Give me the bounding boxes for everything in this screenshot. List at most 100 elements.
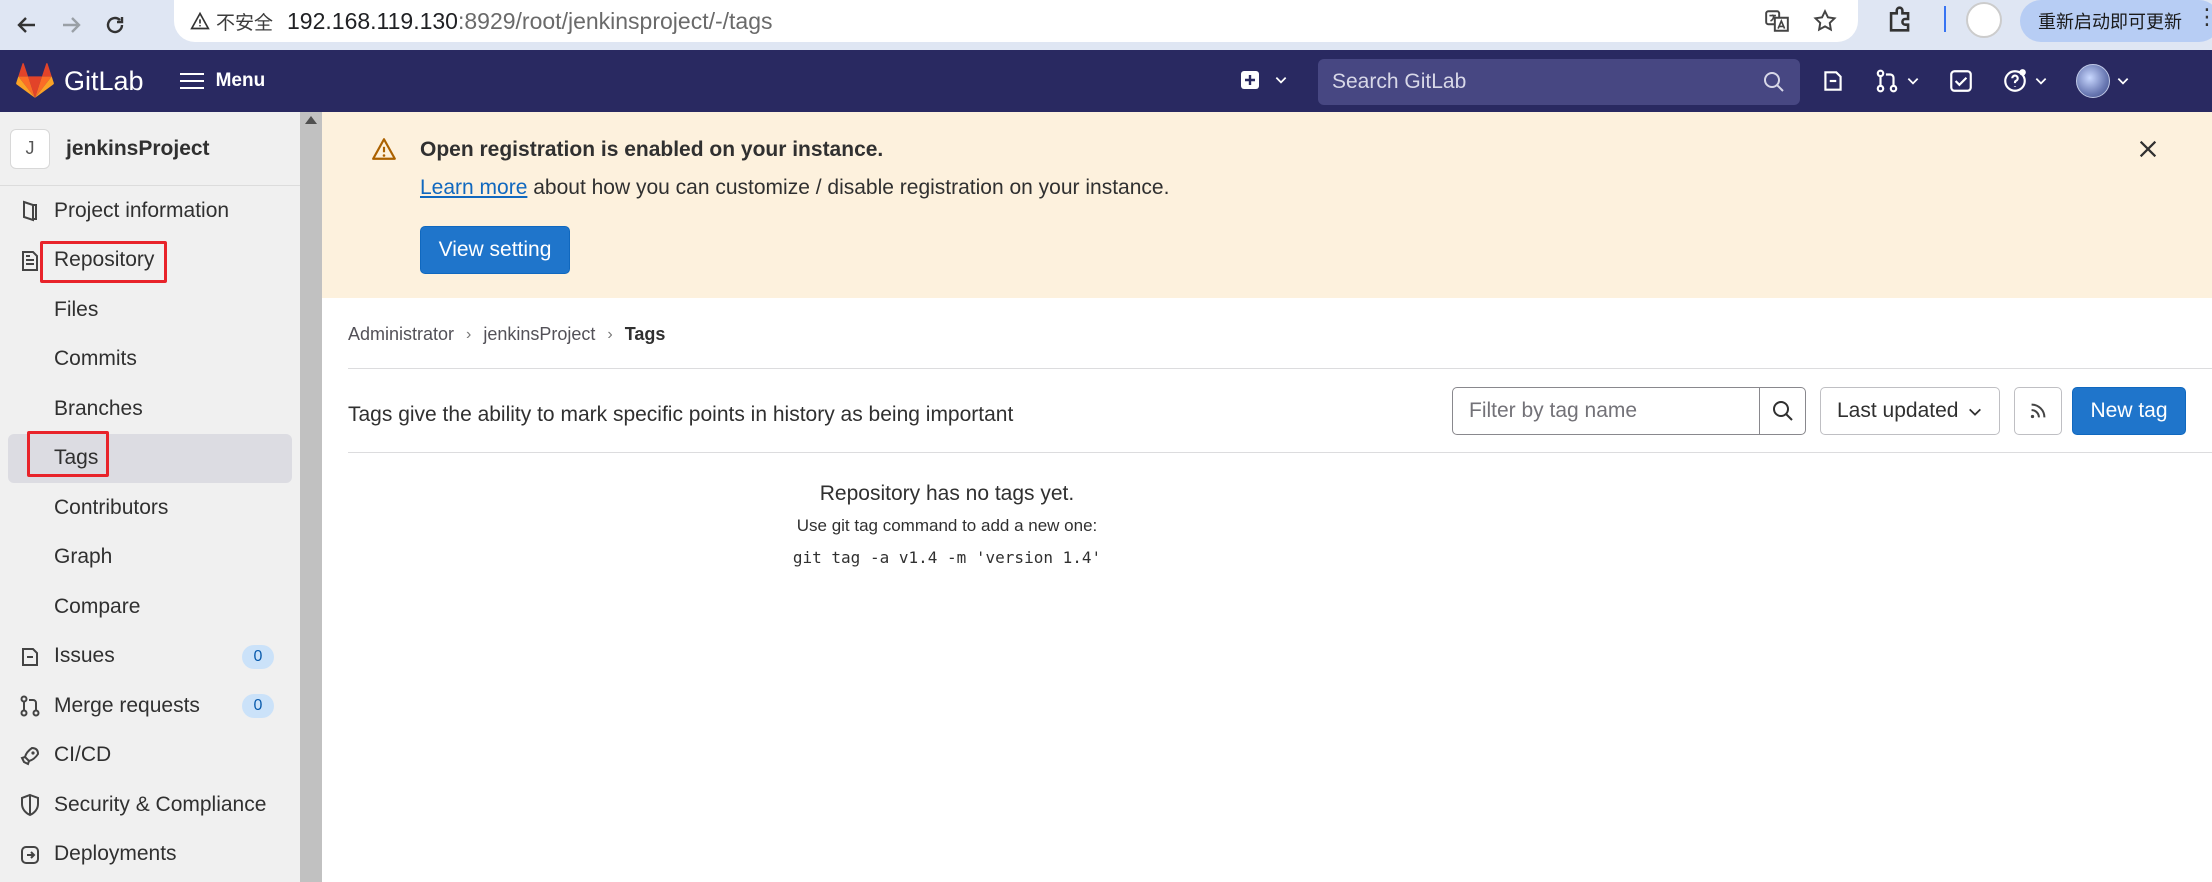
profile-avatar[interactable]: [1966, 2, 2002, 38]
issues-icon: [1824, 71, 1842, 91]
project-header[interactable]: J jenkinsProject: [0, 112, 300, 186]
sidebar-scrollbar[interactable]: [300, 112, 322, 882]
breadcrumb-item-tags[interactable]: Tags: [625, 324, 666, 345]
sidebar-item-issues[interactable]: Issues 0: [0, 632, 300, 682]
address-bar[interactable]: 不安全 192.168.119.130:8929/root/jenkinspro…: [174, 0, 1858, 42]
browser-menu-icon[interactable]: ⋮: [2196, 4, 2212, 30]
sidebar-item-graph[interactable]: Graph: [0, 533, 300, 583]
main-content: Open registration is enabled on your ins…: [322, 112, 2212, 882]
security-label: 不安全: [216, 12, 274, 34]
alert-text: Learn more about how you can customize /…: [420, 176, 1169, 200]
back-button[interactable]: [10, 8, 44, 42]
menu-button[interactable]: Menu: [179, 68, 265, 94]
sidebar-item-label: Repository: [54, 248, 155, 272]
browser-chrome: 不安全 192.168.119.130:8929/root/jenkinspro…: [0, 0, 2212, 50]
breadcrumb: Administrator › jenkinsProject › Tags: [348, 324, 665, 345]
toolbar-separator: [1944, 6, 1946, 32]
project-info-icon: [23, 200, 37, 222]
gitlab-top-bar: GitLab Menu: [0, 50, 2212, 112]
sidebar-item-contributors[interactable]: Contributors: [0, 483, 300, 533]
sidebar-item-branches[interactable]: Branches: [0, 384, 300, 434]
repository-icon: [22, 250, 38, 271]
sort-dropdown[interactable]: Last updated: [1820, 387, 2000, 435]
reload-icon: [106, 16, 124, 34]
chevron-down-icon: [2035, 78, 2047, 85]
url-host: 192.168.119.130: [287, 7, 458, 34]
registration-alert: Open registration is enabled on your ins…: [322, 112, 2212, 298]
issues-count-badge: 0: [242, 644, 274, 669]
sidebar-item-label: Files: [54, 297, 99, 321]
search-icon: [1772, 401, 1793, 421]
gitlab-tanuki-icon: [16, 63, 54, 98]
deployments-icon: [21, 845, 39, 864]
sidebar-item-label: Contributors: [54, 495, 169, 519]
sidebar-item-label: Deployments: [54, 842, 177, 866]
bookmark-star-icon[interactable]: [1812, 8, 1838, 34]
user-avatar: [2076, 64, 2110, 98]
translate-icon[interactable]: [1764, 8, 1790, 34]
forward-button[interactable]: [54, 8, 88, 42]
project-sidebar: J jenkinsProject Project information Rep…: [0, 112, 300, 882]
reload-button[interactable]: [98, 8, 132, 42]
view-setting-button[interactable]: View setting: [420, 226, 570, 274]
tag-search-button[interactable]: [1759, 388, 1805, 434]
sidebar-item-ci-cd[interactable]: CI/CD: [0, 731, 300, 781]
sidebar-item-label: Commits: [54, 347, 137, 371]
merge-request-icon: [20, 695, 40, 717]
gitlab-logo[interactable]: GitLab: [16, 63, 144, 99]
security-indicator[interactable]: 不安全: [190, 8, 273, 35]
scrollbar-track[interactable]: [300, 128, 322, 882]
tags-description: Tags give the ability to mark specific p…: [348, 403, 1014, 426]
empty-state-subtitle: Use git tag command to add a new one:: [796, 516, 1098, 535]
rss-button[interactable]: [2014, 387, 2062, 435]
plus-square-icon: [1241, 71, 1259, 89]
divider: [348, 368, 2212, 369]
sidebar-item-label: CI/CD: [54, 743, 112, 767]
todo-check-icon: [1950, 70, 1972, 92]
sidebar-item-files[interactable]: Files: [0, 285, 300, 335]
merge-requests-shortcut[interactable]: [1874, 68, 1920, 94]
sidebar-item-security-compliance[interactable]: Security & Compliance: [0, 780, 300, 830]
project-name: jenkinsProject: [66, 136, 210, 160]
sidebar-item-merge-requests[interactable]: Merge requests 0: [0, 681, 300, 731]
breadcrumb-chevron-icon: ›: [466, 325, 472, 343]
update-label: 重新启动即可更新: [2038, 12, 2182, 32]
sort-label: Last updated: [1837, 399, 1959, 422]
empty-state-title: Repository has no tags yet.: [819, 482, 1075, 505]
hamburger-icon: [179, 68, 204, 94]
new-tag-button[interactable]: New tag: [2072, 387, 2186, 435]
arrow-right-icon: [63, 17, 81, 33]
close-icon[interactable]: [2137, 138, 2159, 160]
breadcrumb-item-project[interactable]: jenkinsProject: [483, 324, 595, 345]
sidebar-item-compare[interactable]: Compare: [0, 582, 300, 632]
learn-more-link[interactable]: Learn more: [420, 176, 527, 199]
gitlab-search[interactable]: [1318, 59, 1800, 105]
alert-text-rest: about how you can customize / disable re…: [527, 176, 1170, 199]
sidebar-item-label: Security & Compliance: [54, 792, 267, 816]
tag-filter-input[interactable]: [1453, 388, 1759, 434]
sidebar-item-tags[interactable]: Tags: [8, 433, 292, 483]
help-icon: [2004, 69, 2026, 92]
tag-filter[interactable]: [1452, 387, 1806, 435]
issues-shortcut[interactable]: [1820, 68, 1846, 94]
sidebar-item-label: Project information: [54, 198, 230, 222]
sidebar-item-deployments[interactable]: Deployments: [0, 830, 300, 880]
user-menu[interactable]: [2076, 64, 2130, 98]
sidebar-item-label: Graph: [54, 545, 113, 569]
empty-state-code: git tag -a v1.4 -m 'version 1.4': [792, 548, 1102, 567]
new-dropdown-button[interactable]: [1238, 68, 1288, 92]
sidebar-item-repository[interactable]: Repository: [0, 236, 300, 286]
scroll-up-arrow-icon[interactable]: [305, 116, 317, 124]
search-input[interactable]: [1332, 70, 1752, 94]
rss-icon: [2030, 403, 2046, 419]
update-button[interactable]: 重新启动即可更新: [2020, 0, 2212, 42]
alert-title: Open registration is enabled on your ins…: [420, 138, 884, 161]
sidebar-item-commits[interactable]: Commits: [0, 335, 300, 385]
sidebar-item-label: Branches: [54, 396, 143, 420]
chevron-down-icon: [1275, 77, 1287, 84]
todos-shortcut[interactable]: [1948, 68, 1974, 94]
help-dropdown[interactable]: [2002, 68, 2048, 94]
sidebar-item-project-information[interactable]: Project information: [0, 186, 300, 236]
breadcrumb-item-administrator[interactable]: Administrator: [348, 324, 454, 345]
extensions-icon[interactable]: [1884, 2, 1918, 36]
